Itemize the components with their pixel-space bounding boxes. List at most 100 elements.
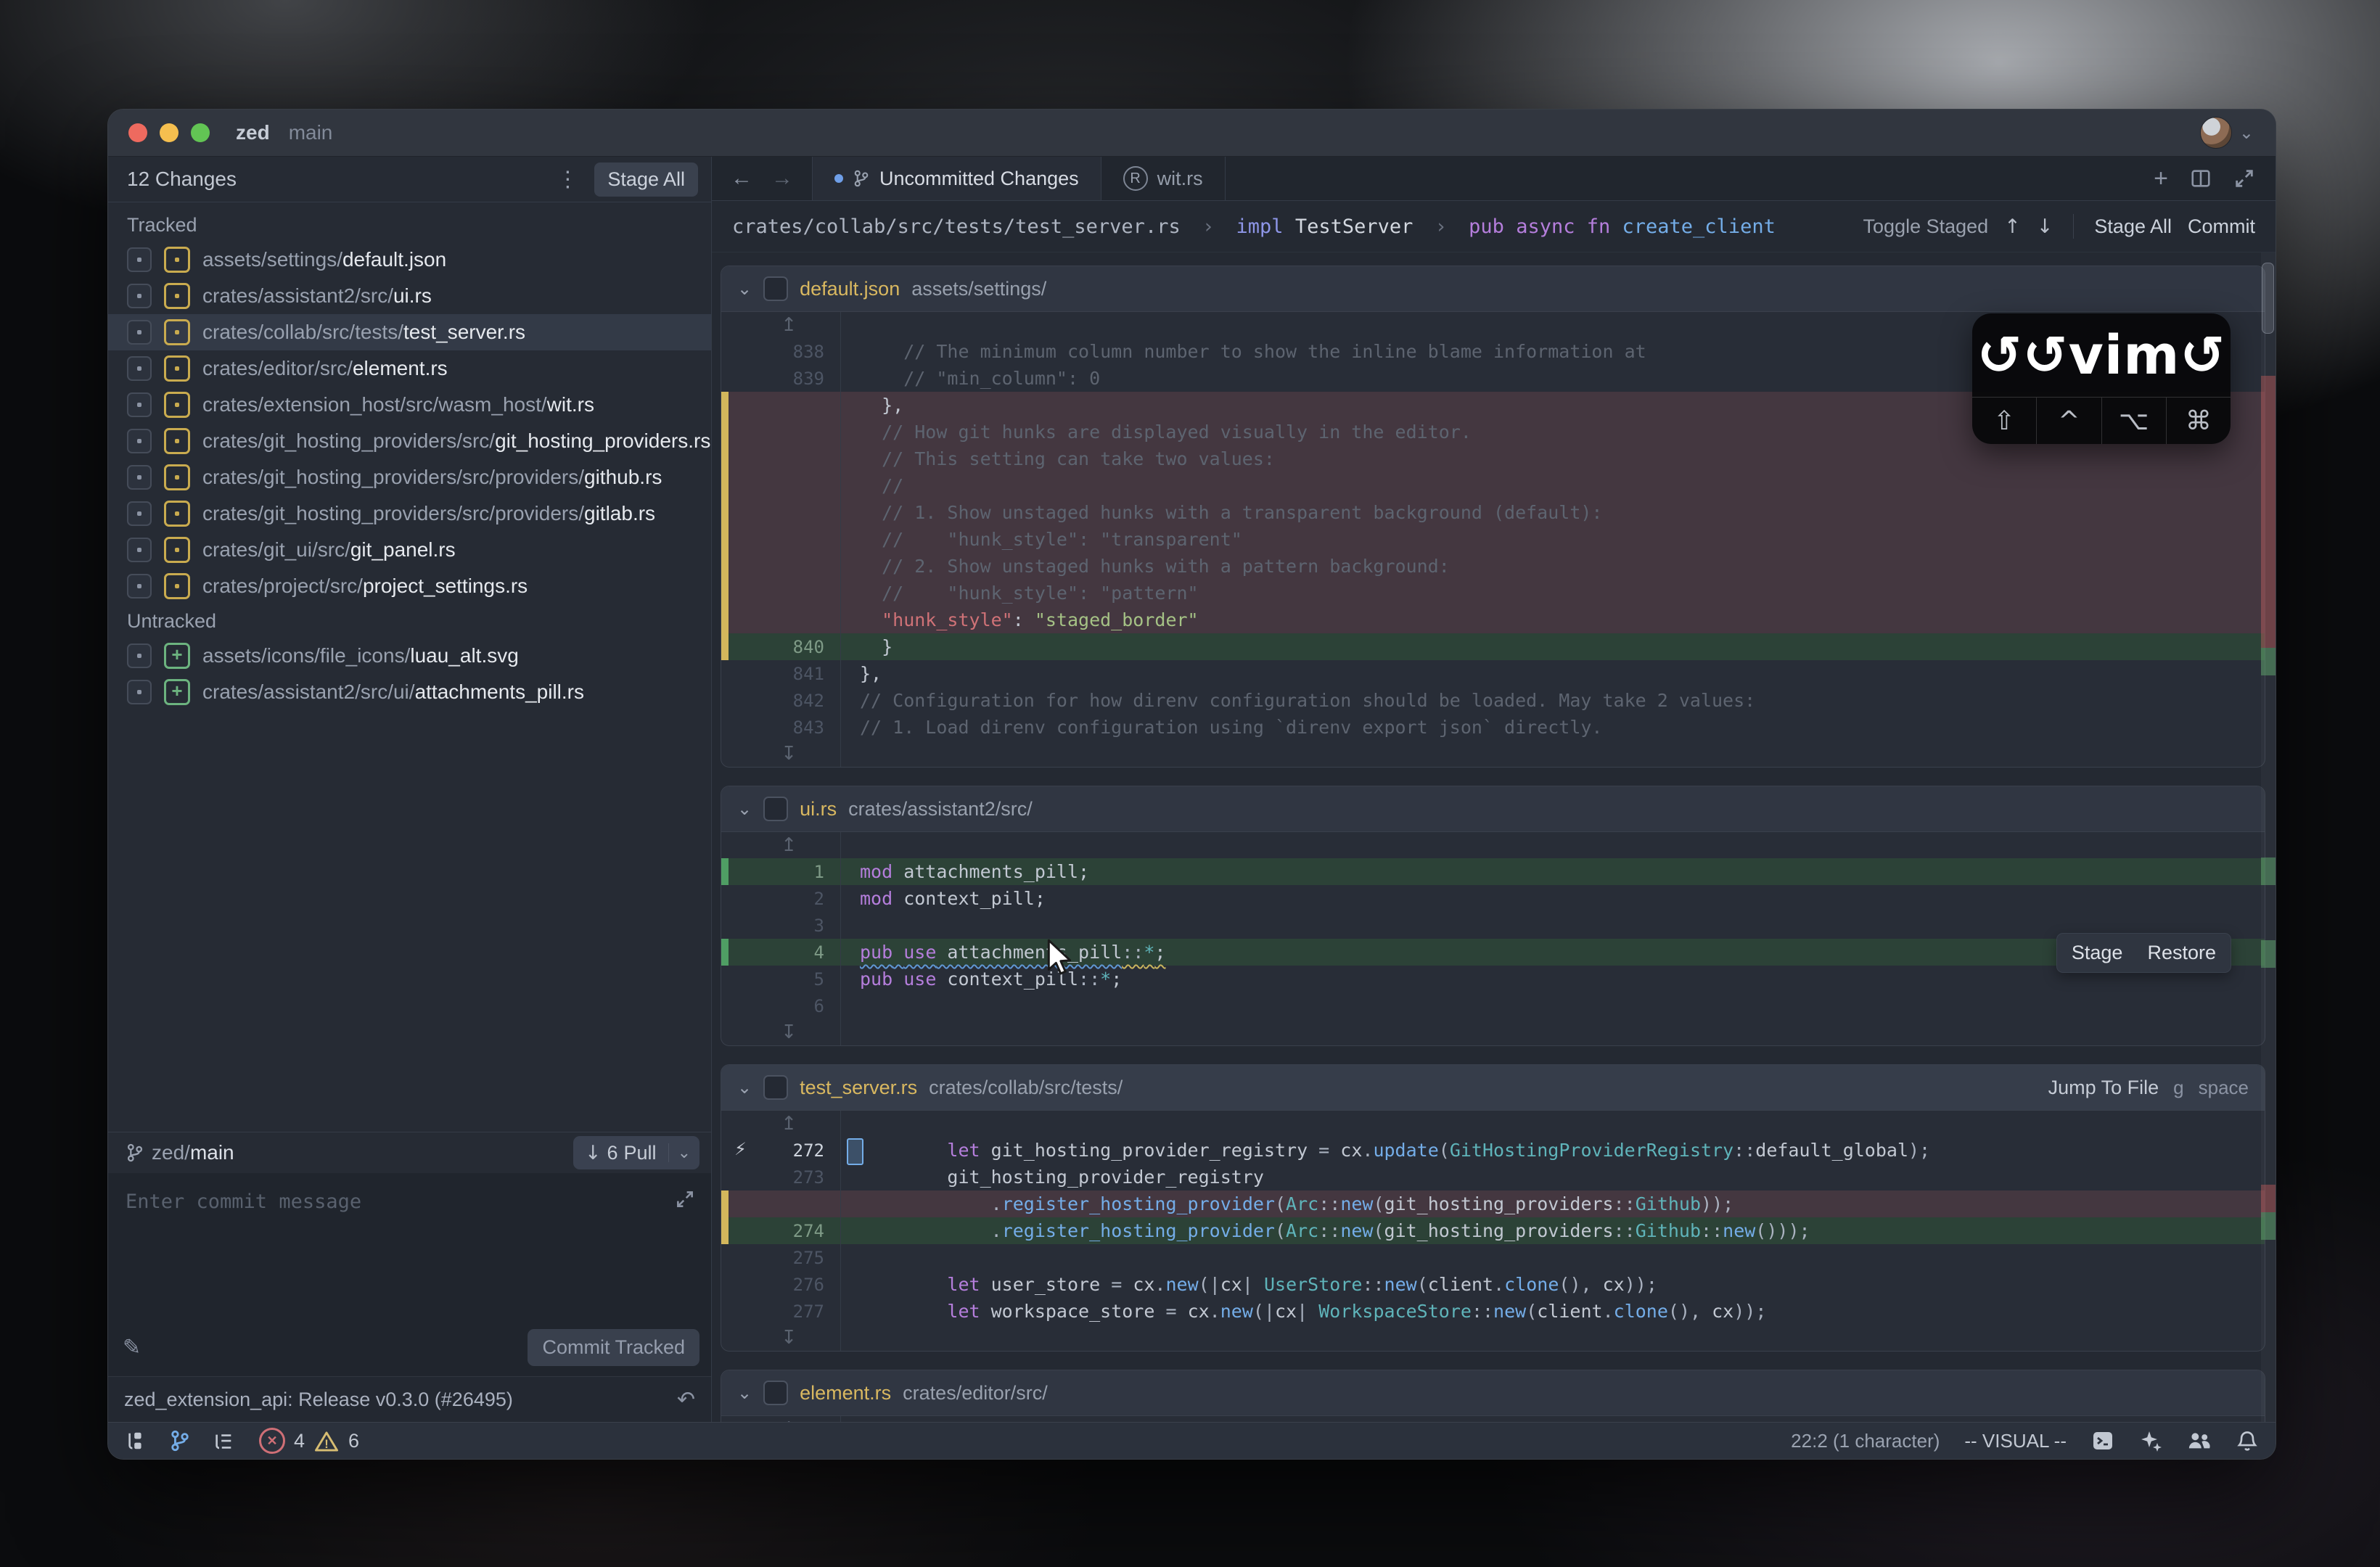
assistant-sparkle-icon[interactable] (2139, 1429, 2162, 1452)
expand-up-icon[interactable]: ↥ (781, 1113, 797, 1135)
notification-bell-icon[interactable] (2236, 1429, 2258, 1452)
close-window-button[interactable] (128, 123, 147, 142)
expand-up-icon[interactable]: ↥ (781, 834, 797, 856)
file-entry[interactable]: + assets/icons/file_icons/luau_alt.svg (108, 638, 711, 674)
code-content[interactable] (840, 1244, 2265, 1271)
code-content[interactable]: mod context_pill; (840, 885, 2265, 912)
code-content[interactable]: }, (840, 660, 2265, 687)
diff-section-header[interactable]: ⌄ ui.rs crates/assistant2/src/ (721, 786, 2265, 832)
prev-hunk-icon[interactable]: ↑ (2004, 215, 2021, 238)
pull-button[interactable]: ↓ 6 Pull ⌄ (573, 1136, 699, 1169)
stage-checkbox[interactable] (127, 356, 152, 381)
next-hunk-icon[interactable]: ↓ (2037, 215, 2053, 238)
zoom-window-button[interactable] (191, 123, 210, 142)
stage-hunk-button[interactable]: Stage (2072, 939, 2123, 966)
stage-checkbox[interactable] (127, 247, 152, 272)
code-content[interactable]: // 2. Show unstaged hunks with a pattern… (840, 553, 2265, 580)
file-entry[interactable]: crates/project/src/project_settings.rs (108, 568, 711, 604)
stage-checkbox[interactable] (127, 465, 152, 490)
cursor-position[interactable]: 22:2 (1 character) (1791, 1430, 1940, 1452)
code-content[interactable]: .register_hosting_provider(Arc::new(git_… (840, 1190, 2265, 1217)
stage-checkbox[interactable] (127, 501, 152, 526)
code-content[interactable] (840, 992, 2265, 1019)
expand-down-icon[interactable]: ↧ (781, 1021, 797, 1043)
stage-checkbox[interactable] (127, 574, 152, 599)
code-content[interactable]: // (840, 472, 2265, 499)
code-content[interactable]: // 1. Load direnv configuration using `d… (840, 714, 2265, 741)
chevron-down-icon[interactable]: ⌄ (737, 799, 752, 819)
split-pane-icon[interactable] (2190, 168, 2212, 189)
chevron-down-icon[interactable]: ⌄ (737, 1077, 752, 1098)
code-content[interactable]: git_hosting_provider_registry (840, 1164, 2265, 1190)
code-content[interactable]: } (840, 633, 2265, 660)
code-action-bolt-icon[interactable]: ⚡ (734, 1139, 747, 1159)
editor-scrollbar[interactable] (2261, 252, 2276, 1422)
nav-forward-icon[interactable]: → (771, 166, 793, 191)
code-content[interactable]: "hunk_style": "staged_border" (840, 606, 2265, 633)
outline-panel-icon[interactable] (213, 1430, 234, 1452)
code-content[interactable]: // "hunk_style": "transparent" (840, 526, 2265, 553)
nav-back-icon[interactable]: ← (731, 166, 752, 191)
file-entry[interactable]: crates/collab/src/tests/test_server.rs (108, 314, 711, 350)
file-entry[interactable]: crates/editor/src/element.rs (108, 350, 711, 387)
stage-checkbox[interactable] (127, 284, 152, 308)
file-entry[interactable]: crates/assistant2/src/ui.rs (108, 278, 711, 314)
file-entry[interactable]: assets/settings/default.json (108, 242, 711, 278)
stage-file-checkbox[interactable] (763, 1381, 789, 1405)
code-content[interactable]: // This setting can take two values: (840, 445, 2265, 472)
expand-commit-editor-icon[interactable] (675, 1189, 695, 1209)
scrollbar-thumb[interactable] (2262, 263, 2274, 334)
stage-file-checkbox[interactable] (763, 797, 789, 821)
code-content[interactable]: .register_hosting_provider(Arc::new(git_… (840, 1217, 2265, 1244)
file-entry[interactable]: crates/git_hosting_providers/src/provide… (108, 495, 711, 532)
stage-all-button-toolbar[interactable]: Stage All (2094, 215, 2172, 238)
git-panel-icon-active[interactable] (169, 1430, 191, 1452)
restore-hunk-button[interactable]: Restore (2147, 939, 2216, 966)
file-entry[interactable]: + crates/assistant2/src/ui/attachments_pi… (108, 674, 711, 710)
code-content[interactable]: let workspace_store = cx.new(|cx| Worksp… (840, 1298, 2265, 1325)
diff-section-header[interactable]: ⌄ default.json assets/settings/ (721, 266, 2265, 312)
chevron-down-icon[interactable]: ⌄ (2239, 123, 2254, 144)
code-content[interactable]: // "hunk_style": "pattern" (840, 580, 2265, 606)
chevron-down-icon[interactable]: ⌄ (737, 279, 752, 299)
diff-section-header[interactable]: ⌄ test_server.rs crates/collab/src/tests/J… (721, 1065, 2265, 1111)
generate-commit-message-icon[interactable]: ✎ (123, 1335, 141, 1360)
jump-to-file-button[interactable]: Jump To File (2048, 1077, 2159, 1099)
file-entry[interactable]: crates/git_hosting_providers/src/provide… (108, 459, 711, 495)
overflow-menu-icon[interactable]: ⋮ (551, 167, 584, 192)
stage-file-checkbox[interactable] (763, 276, 789, 301)
tab-wit-rs[interactable]: R wit.rs (1101, 157, 1226, 200)
commit-button-toolbar[interactable]: Commit (2188, 215, 2255, 238)
code-content[interactable]: // 1. Show unstaged hunks with a transpa… (840, 499, 2265, 526)
expand-down-icon[interactable]: ↧ (781, 743, 797, 765)
recent-commit-message[interactable]: zed_extension_api: Release v0.3.0 (#2649… (124, 1389, 513, 1411)
pull-options-chevron[interactable]: ⌄ (668, 1143, 699, 1162)
minimize-window-button[interactable] (160, 123, 178, 142)
breadcrumb[interactable]: crates/collab/src/tests/test_server.rs ›… (712, 201, 2276, 252)
branch-selector[interactable]: zed/main (152, 1141, 234, 1164)
commit-message-editor[interactable]: Enter commit message ✎ Commit Tracked (108, 1173, 711, 1376)
code-content[interactable]: let git_hosting_provider_registry = cx.u… (840, 1137, 2265, 1165)
file-entry[interactable]: crates/extension_host/src/wasm_host/wit.… (108, 387, 711, 423)
project-panel-icon[interactable] (126, 1430, 147, 1452)
code-content[interactable]: // Configuration for how direnv configur… (840, 687, 2265, 714)
stage-file-checkbox[interactable] (763, 1075, 789, 1100)
stage-checkbox[interactable] (127, 680, 152, 704)
stage-checkbox[interactable] (127, 429, 152, 453)
diff-section-header[interactable]: ⌄ element.rs crates/editor/src/ (721, 1370, 2265, 1416)
stage-checkbox[interactable] (127, 392, 152, 417)
tab-uncommitted-changes[interactable]: Uncommitted Changes (813, 157, 1101, 200)
toggle-staged-button[interactable]: Toggle Staged (1863, 215, 1989, 238)
chevron-down-icon[interactable]: ⌄ (737, 1383, 752, 1403)
expand-up-icon[interactable]: ↥ (781, 1418, 797, 1422)
stage-checkbox[interactable] (127, 320, 152, 345)
stage-checkbox[interactable] (127, 538, 152, 562)
user-avatar[interactable] (2199, 117, 2232, 149)
expand-pane-icon[interactable] (2233, 168, 2255, 189)
stage-all-button[interactable]: Stage All (594, 162, 698, 197)
stage-checkbox[interactable] (127, 643, 152, 668)
terminal-icon[interactable] (2091, 1429, 2114, 1452)
expand-up-icon[interactable]: ↥ (781, 314, 797, 336)
code-content[interactable]: let user_store = cx.new(|cx| UserStore::… (840, 1271, 2265, 1298)
new-tab-icon[interactable]: + (2154, 165, 2168, 193)
